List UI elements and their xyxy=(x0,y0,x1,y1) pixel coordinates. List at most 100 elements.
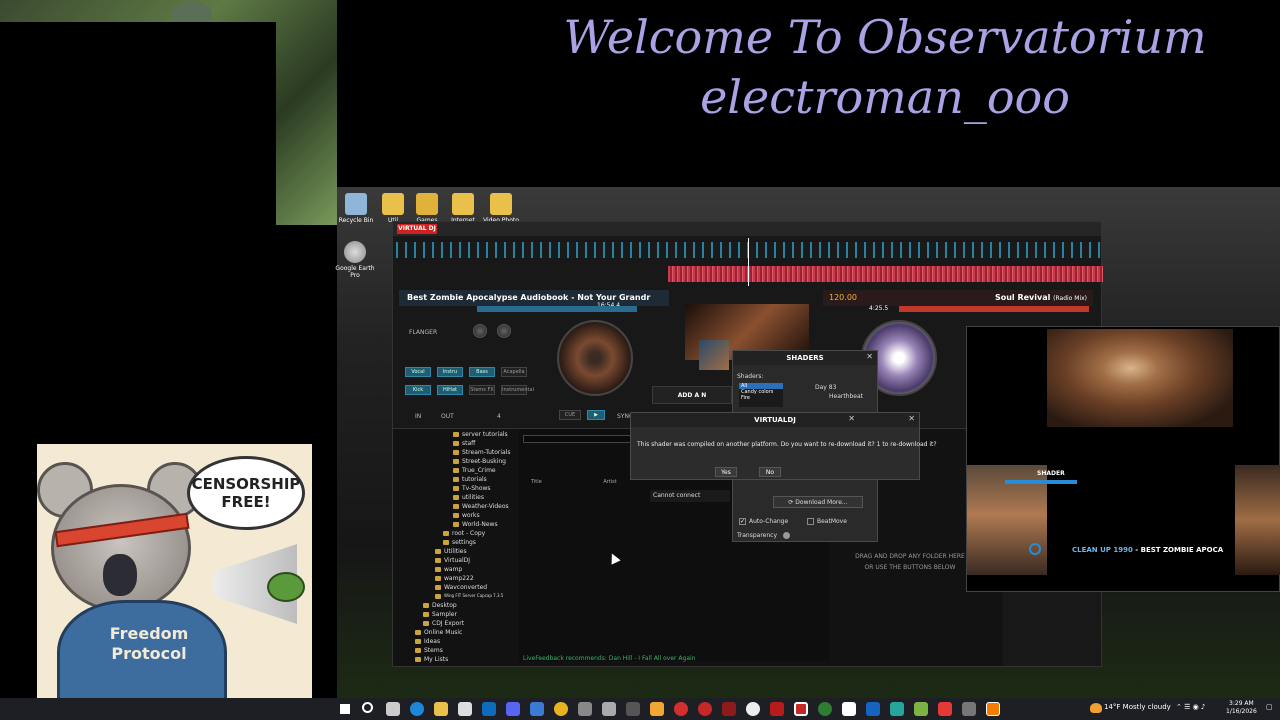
tray-icons[interactable]: ⌃ ☰ ◉ ♪ xyxy=(1176,703,1205,711)
tree-item[interactable]: Sampler xyxy=(423,611,457,618)
video-output-window[interactable]: SHADER CLEAN UP 1990 - BEST ZOMBIE APOCA xyxy=(966,326,1280,592)
tree-item[interactable]: Weather-Videos xyxy=(453,503,509,510)
tree-item[interactable]: Wing FIT Server Capcap 7.3.5 xyxy=(435,593,503,599)
deck-right-progress[interactable] xyxy=(899,306,1089,312)
tree-item[interactable]: staff xyxy=(453,440,475,447)
tree-item[interactable]: tutorials xyxy=(453,476,487,483)
auto-change-checkbox[interactable]: ✓ Auto-Change xyxy=(739,518,788,525)
waveform-overview-deck2[interactable] xyxy=(668,266,1103,282)
loop-out-button[interactable]: OUT xyxy=(441,413,454,420)
loop-in-button[interactable]: IN xyxy=(415,413,421,420)
app-icon[interactable] xyxy=(986,702,1000,716)
app-icon[interactable] xyxy=(770,702,784,716)
tree-item[interactable]: wamp222 xyxy=(435,575,474,582)
app-icon[interactable] xyxy=(578,702,592,716)
app-icon[interactable] xyxy=(914,702,928,716)
tree-item[interactable]: settings xyxy=(443,539,476,546)
desktop-icon-video-photo[interactable]: Video Photo xyxy=(483,193,519,224)
pad-instrumental[interactable]: Instrumental xyxy=(501,385,534,395)
transparency-row[interactable]: Transparency xyxy=(737,532,790,539)
tree-item[interactable]: Stream-Tutorials xyxy=(453,449,511,456)
cue-button[interactable]: CUE xyxy=(559,410,581,420)
app-icon[interactable] xyxy=(674,702,688,716)
tree-item[interactable]: utilities xyxy=(453,494,484,501)
store-icon[interactable] xyxy=(458,702,472,716)
tree-item[interactable]: Desktop xyxy=(423,602,457,609)
app-icon[interactable] xyxy=(698,702,712,716)
tree-item[interactable]: Street-Busking xyxy=(453,458,506,465)
shader-item[interactable]: Hearthbeat xyxy=(789,392,869,401)
app-icon[interactable] xyxy=(626,702,640,716)
pad-instru[interactable]: Instru xyxy=(437,367,463,377)
shader-category[interactable]: Fire xyxy=(739,395,783,401)
close-icon[interactable]: ✕ xyxy=(908,414,915,423)
download-more-button[interactable]: ⟳ Download More... xyxy=(773,496,863,508)
start-button-icon[interactable] xyxy=(338,702,352,716)
effect-knob-2[interactable] xyxy=(497,324,511,338)
shader-category-list[interactable]: All Candy colors Fire xyxy=(739,383,783,407)
desktop-icon-games[interactable]: Games xyxy=(409,193,445,224)
app-icon[interactable] xyxy=(602,702,616,716)
tree-item[interactable]: VirtualDJ xyxy=(435,557,470,564)
pad-bass[interactable]: Bass xyxy=(469,367,495,377)
tree-item[interactable]: Ideas xyxy=(415,638,440,645)
task-view-icon[interactable] xyxy=(386,702,400,716)
chrome-icon[interactable] xyxy=(554,702,568,716)
discord-icon[interactable] xyxy=(506,702,520,716)
vlc-icon[interactable] xyxy=(650,702,664,716)
no-button[interactable]: No xyxy=(759,467,781,477)
app-icon[interactable] xyxy=(866,702,880,716)
jog-wheel-left[interactable] xyxy=(557,320,633,396)
pad-kick[interactable]: Kick xyxy=(405,385,431,395)
tree-item[interactable]: root - Copy xyxy=(443,530,485,537)
column-title[interactable]: Title xyxy=(531,479,542,485)
app-icon[interactable] xyxy=(530,702,544,716)
tree-item[interactable]: CDJ Export xyxy=(423,620,464,627)
live-feedback-status[interactable]: LiveFeedback recommends: Dan Hill - I Fa… xyxy=(523,655,695,662)
shader-item-list[interactable]: Day 83 Hearthbeat xyxy=(789,383,869,401)
clock[interactable]: 3:29 AM 1/16/2026 xyxy=(1226,700,1257,716)
app-icon[interactable] xyxy=(890,702,904,716)
pad-hihat[interactable]: HiHat xyxy=(437,385,463,395)
pad-stems-fx[interactable]: Stems FX xyxy=(469,385,495,395)
tree-item[interactable]: works xyxy=(453,512,480,519)
tree-item[interactable]: My Lists xyxy=(415,656,448,663)
desktop-icon-recycle-bin[interactable]: Recycle Bin xyxy=(338,193,374,224)
shader-item[interactable]: Day 83 xyxy=(789,383,869,392)
mail-icon[interactable] xyxy=(482,702,496,716)
app-icon[interactable] xyxy=(962,702,976,716)
tree-item[interactable]: Stems xyxy=(415,647,443,654)
app-icon[interactable] xyxy=(938,702,952,716)
close-icon[interactable]: ✕ xyxy=(866,352,873,361)
tree-item[interactable]: wamp xyxy=(435,566,462,573)
file-explorer-icon[interactable] xyxy=(434,702,448,716)
app-icon[interactable] xyxy=(818,702,832,716)
effect-select[interactable]: FLANGER xyxy=(409,329,437,336)
virtualdj-taskbar-icon[interactable] xyxy=(794,702,808,716)
tree-item[interactable]: True_Crime xyxy=(453,467,496,474)
waveform-overview-deck1[interactable] xyxy=(393,242,1101,258)
column-artist[interactable]: Artist xyxy=(603,479,616,485)
search-icon[interactable] xyxy=(362,702,373,713)
weather-icon[interactable] xyxy=(1090,703,1102,713)
desktop-icon-util[interactable]: Util xyxy=(375,193,411,224)
close-icon[interactable]: ✕ xyxy=(848,414,855,423)
obs-icon[interactable] xyxy=(746,702,760,716)
yes-button[interactable]: Yes xyxy=(715,467,737,477)
desktop-icon-internet[interactable]: Internet xyxy=(445,193,481,224)
virtualdj-confirm-dialog[interactable]: VIRTUALDJ ✕ ✕ This shader was compiled o… xyxy=(630,412,937,480)
transparency-knob[interactable] xyxy=(782,532,790,539)
tree-item[interactable]: Utilities xyxy=(435,548,467,555)
notifications-icon[interactable]: ▢ xyxy=(1266,703,1273,711)
folder-tree[interactable]: server tutorials staff Stream-Tutorials … xyxy=(393,429,517,663)
beatmove-checkbox[interactable]: BeatMove xyxy=(807,518,847,525)
play-button[interactable]: ▶ xyxy=(587,410,605,420)
pad-acapella[interactable]: Acapella xyxy=(501,367,527,377)
tree-item[interactable]: World-News xyxy=(453,521,498,528)
effect-knob-1[interactable] xyxy=(473,324,487,338)
desktop-icon-google-earth[interactable]: Google Earth Pro xyxy=(333,241,377,279)
tree-item[interactable]: Online Music xyxy=(415,629,462,636)
tree-item[interactable]: Tv-Shows xyxy=(453,485,491,492)
deck-left-progress[interactable] xyxy=(477,306,637,312)
app-icon[interactable] xyxy=(842,702,856,716)
